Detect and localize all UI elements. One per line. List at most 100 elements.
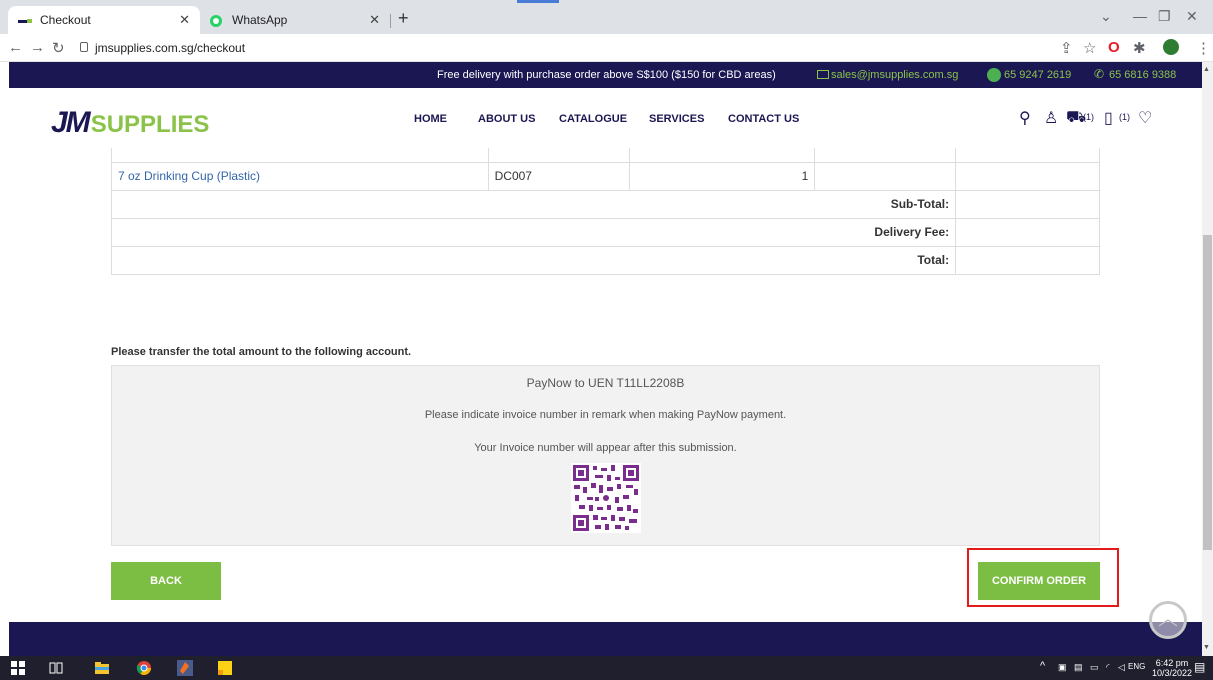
subtotal-row: Sub-Total: — [110, 189, 1100, 219]
top-info-banner: Free delivery with purchase order above … — [9, 62, 1202, 88]
order-table: 7 oz Drinking Cup (Plastic) DC007 1 Sub-… — [110, 148, 1100, 275]
screen: Checkout ✕ WhatsApp ✕ + ⌄ — ❐ ✕ ← → ↻ jm… — [0, 0, 1213, 680]
restore-icon[interactable]: ❐ — [1158, 8, 1171, 25]
model-cell: DC007 — [487, 161, 630, 191]
invoice-note-text: Your Invoice number will appear after th… — [474, 442, 737, 454]
close-window-icon[interactable]: ✕ — [1186, 8, 1198, 25]
subtotal-label: Sub-Total: — [110, 189, 957, 219]
tray-volume-icon[interactable]: ◁ — [1118, 662, 1125, 673]
quote-count: (1) — [1119, 112, 1130, 122]
back-arrow-icon[interactable]: ← — [8, 39, 23, 56]
reload-icon[interactable]: ↻ — [52, 39, 65, 57]
browser-tab-bar: Checkout ✕ WhatsApp ✕ + ⌄ — ❐ ✕ — [0, 0, 1213, 34]
bookmark-star-icon[interactable]: ☆ — [1083, 39, 1096, 57]
windows-start-icon[interactable] — [10, 660, 26, 676]
scroll-to-top-icon[interactable]: ︿ — [1149, 601, 1187, 639]
whatsapp-icon — [987, 68, 1001, 82]
nav-home[interactable]: HOME — [414, 113, 447, 125]
phone-icon: ✆ — [1094, 67, 1105, 81]
extensions-puzzle-icon[interactable]: ✱ — [1133, 39, 1146, 57]
site-header: JMSUPPLIES HOME ABOUT US CATALOGUE SERVI… — [9, 88, 1202, 148]
tab-title: WhatsApp — [232, 13, 288, 27]
window-accent — [517, 0, 559, 3]
site-footer — [9, 622, 1202, 656]
delivery-fee-row: Delivery Fee: — [110, 217, 1100, 247]
notification-icon[interactable]: ▤ — [1194, 660, 1205, 674]
nav-services[interactable]: SERVICES — [649, 113, 704, 125]
wishlist-heart-icon[interactable]: ♡ — [1138, 108, 1152, 128]
quote-list-icon[interactable]: ▯ — [1104, 108, 1113, 128]
chrome-icon[interactable] — [136, 660, 152, 676]
sticky-notes-icon[interactable] — [217, 660, 233, 676]
delivery-promo-text: Free delivery with purchase order above … — [437, 69, 776, 81]
delivery-fee-value — [955, 217, 1100, 247]
windows-taskbar: ^ ▣ ▤ ▭ ◜ ◁ ENG 6:42 pm 10/3/2022 ▤ — [0, 656, 1213, 680]
scroll-up-arrow-icon[interactable]: ▲ — [1203, 66, 1210, 73]
whatsapp-icon — [210, 15, 224, 27]
chevron-down-icon[interactable]: ⌄ — [1100, 8, 1112, 25]
tab-divider — [390, 14, 391, 28]
logo-supplies: SUPPLIES — [90, 111, 210, 138]
product-link[interactable]: 7 oz Drinking Cup (Plastic) — [118, 169, 260, 183]
task-view-icon[interactable] — [48, 660, 64, 676]
minimize-icon[interactable]: — — [1133, 8, 1147, 24]
file-explorer-icon[interactable] — [94, 660, 110, 676]
scroll-down-arrow-icon[interactable]: ▼ — [1203, 644, 1210, 651]
contact-email-link[interactable]: sales@jmsupplies.com.sg — [831, 69, 958, 81]
total-cell — [955, 161, 1100, 191]
language-indicator[interactable]: ENG — [1128, 662, 1145, 671]
tray-chevron-icon[interactable]: ^ — [1040, 660, 1045, 672]
tab-checkout[interactable]: Checkout ✕ — [8, 6, 200, 34]
whatsapp-number-link[interactable]: 65 9247 2619 — [1004, 69, 1071, 81]
user-icon[interactable]: ♙ — [1044, 108, 1058, 128]
paynow-qr-code — [571, 463, 641, 533]
scrollbar-thumb[interactable] — [1203, 235, 1212, 550]
search-icon[interactable]: ⚲ — [1019, 108, 1031, 128]
share-icon[interactable]: ⇪ — [1060, 39, 1073, 57]
nav-about-us[interactable]: ABOUT US — [478, 113, 535, 125]
table-row: 7 oz Drinking Cup (Plastic) DC007 1 — [111, 161, 1100, 191]
jm-favicon-icon — [18, 15, 32, 25]
quantity-cell: 1 — [628, 161, 816, 191]
cart-count: (1) — [1083, 112, 1094, 122]
table-header-row — [111, 148, 1100, 163]
mail-icon — [817, 70, 829, 79]
menu-dots-icon[interactable]: ⋮ — [1196, 39, 1211, 57]
product-name-cell: 7 oz Drinking Cup (Plastic) — [111, 161, 489, 191]
opera-extension-icon[interactable]: O — [1108, 39, 1120, 56]
close-icon[interactable]: ✕ — [369, 12, 380, 28]
tray-meet-icon[interactable]: ▤ — [1074, 662, 1083, 673]
profile-avatar[interactable] — [1163, 39, 1179, 55]
payment-info-box: PayNow to UEN T11LL2208B Please indicate… — [111, 365, 1100, 546]
subtotal-value — [955, 189, 1100, 219]
price-cell — [814, 161, 957, 191]
tab-whatsapp[interactable]: WhatsApp ✕ — [200, 6, 390, 34]
new-tab-icon[interactable]: + — [398, 8, 409, 29]
payment-instruction: Please transfer the total amount to the … — [111, 346, 412, 358]
delivery-fee-label: Delivery Fee: — [110, 217, 957, 247]
nav-catalogue[interactable]: CATALOGUE — [559, 113, 627, 125]
nav-contact-us[interactable]: CONTACT US — [728, 113, 799, 125]
paynow-uen-text: PayNow to UEN T11LL2208B — [526, 376, 685, 390]
phone-number-link[interactable]: 65 6816 9388 — [1109, 69, 1176, 81]
highlight-box — [967, 548, 1119, 607]
back-button[interactable]: BACK — [111, 562, 221, 600]
forward-arrow-icon[interactable]: → — [30, 39, 45, 56]
site-logo[interactable]: JMSUPPLIES — [51, 106, 209, 140]
tray-battery-icon[interactable]: ▭ — [1090, 662, 1099, 673]
total-value — [955, 245, 1100, 275]
paint-app-icon[interactable] — [177, 660, 193, 676]
close-icon[interactable]: ✕ — [179, 12, 190, 28]
tray-wifi-icon[interactable]: ◜ — [1106, 662, 1110, 673]
url-field[interactable]: jmsupplies.com.sg/checkout — [95, 41, 245, 55]
lock-icon[interactable] — [80, 42, 88, 52]
total-label: Total: — [110, 245, 957, 275]
clock-date: 10/3/2022 — [1152, 668, 1193, 678]
total-row: Total: — [110, 245, 1100, 275]
address-bar: ← → ↻ jmsupplies.com.sg/checkout ⇪ ☆ O ✱… — [0, 34, 1213, 62]
taskbar-clock[interactable]: 6:42 pm 10/3/2022 — [1152, 658, 1192, 678]
clock-time: 6:42 pm — [1155, 658, 1189, 668]
logo-jm: JM — [51, 106, 91, 139]
invoice-remark-text: Please indicate invoice number in remark… — [424, 409, 787, 421]
tray-network-icon[interactable]: ▣ — [1058, 662, 1067, 673]
